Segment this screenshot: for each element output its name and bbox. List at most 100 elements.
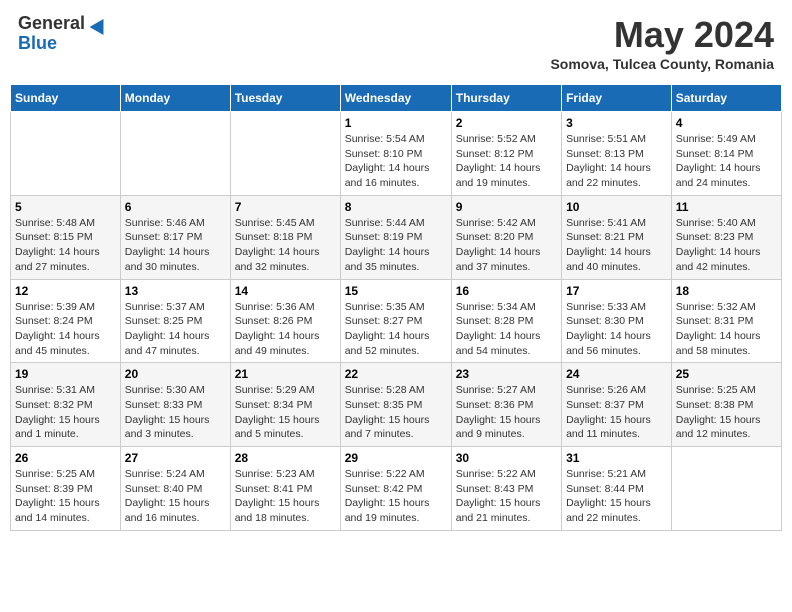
calendar-cell: 4Sunrise: 5:49 AM Sunset: 8:14 PM Daylig… <box>671 112 781 196</box>
day-number: 6 <box>125 200 226 214</box>
day-number: 13 <box>125 284 226 298</box>
calendar-cell: 21 Sunrise: 5:29 AM Sunset: 8:34 PM Dayli… <box>230 363 340 447</box>
calendar-cell: 20Sunrise: 5:30 AM Sunset: 8:33 PM Dayli… <box>120 363 230 447</box>
header-sunday: Sunday <box>11 85 121 112</box>
day-number: 11 <box>676 200 777 214</box>
day-number: 2 <box>456 116 557 130</box>
calendar-cell: 27Sunrise: 5:24 AM Sunset: 8:40 PM Dayli… <box>120 447 230 531</box>
day-number: 29 <box>345 451 447 465</box>
calendar-cell: 18 Sunrise: 5:32 AM Sunset: 8:31 PM Dayli… <box>671 279 781 363</box>
day-number: 14 <box>235 284 336 298</box>
calendar-table: SundayMondayTuesdayWednesdayThursdayFrid… <box>10 84 782 531</box>
calendar-cell: 26 Sunrise: 5:25 AM Sunset: 8:39 PM Dayli… <box>11 447 121 531</box>
day-number: 24 <box>566 367 667 381</box>
day-number: 31 <box>566 451 667 465</box>
day-info: Sunrise: 5:41 AM Sunset: 8:21 PM Dayligh… <box>566 216 667 275</box>
week-row-3: 19 Sunrise: 5:31 AM Sunset: 8:32 PM Dayli… <box>11 363 782 447</box>
day-number: 21 <box>235 367 336 381</box>
calendar-cell: 30Sunrise: 5:22 AM Sunset: 8:43 PM Dayli… <box>451 447 561 531</box>
calendar-cell: 11Sunrise: 5:40 AM Sunset: 8:23 PM Dayli… <box>671 195 781 279</box>
title-block: May 2024 Somova, Tulcea County, Romania <box>550 14 774 72</box>
header-wednesday: Wednesday <box>340 85 451 112</box>
day-info: Sunrise: 5:46 AM Sunset: 8:17 PM Dayligh… <box>125 216 226 275</box>
header-saturday: Saturday <box>671 85 781 112</box>
day-info: Sunrise: 5:36 AM Sunset: 8:26 PM Dayligh… <box>235 300 336 359</box>
subtitle: Somova, Tulcea County, Romania <box>550 56 774 72</box>
day-info: Sunrise: 5:45 AM Sunset: 8:18 PM Dayligh… <box>235 216 336 275</box>
calendar-cell: 1 Sunrise: 5:54 AM Sunset: 8:10 PM Daylig… <box>340 112 451 196</box>
day-info: Sunrise: 5:24 AM Sunset: 8:40 PM Dayligh… <box>125 467 226 526</box>
calendar-cell: 9 Sunrise: 5:42 AM Sunset: 8:20 PM Daylig… <box>451 195 561 279</box>
day-info: Sunrise: 5:33 AM Sunset: 8:30 PM Dayligh… <box>566 300 667 359</box>
calendar-cell: 7 Sunrise: 5:45 AM Sunset: 8:18 PM Daylig… <box>230 195 340 279</box>
header-row: SundayMondayTuesdayWednesdayThursdayFrid… <box>11 85 782 112</box>
header-thursday: Thursday <box>451 85 561 112</box>
day-info: Sunrise: 5:28 AM Sunset: 8:35 PM Dayligh… <box>345 383 447 442</box>
day-number: 3 <box>566 116 667 130</box>
day-number: 17 <box>566 284 667 298</box>
calendar-cell: 15 Sunrise: 5:35 AM Sunset: 8:27 PM Dayli… <box>340 279 451 363</box>
day-info: Sunrise: 5:54 AM Sunset: 8:10 PM Dayligh… <box>345 132 447 191</box>
day-number: 19 <box>15 367 116 381</box>
day-info: Sunrise: 5:52 AM Sunset: 8:12 PM Dayligh… <box>456 132 557 191</box>
day-number: 22 <box>345 367 447 381</box>
calendar-cell: 22 Sunrise: 5:28 AM Sunset: 8:35 PM Dayli… <box>340 363 451 447</box>
day-number: 7 <box>235 200 336 214</box>
calendar-cell: 3 Sunrise: 5:51 AM Sunset: 8:13 PM Daylig… <box>562 112 672 196</box>
day-number: 4 <box>676 116 777 130</box>
day-number: 26 <box>15 451 116 465</box>
day-number: 16 <box>456 284 557 298</box>
calendar-cell: 24 Sunrise: 5:26 AM Sunset: 8:37 PM Dayli… <box>562 363 672 447</box>
week-row-0: 1 Sunrise: 5:54 AM Sunset: 8:10 PM Daylig… <box>11 112 782 196</box>
day-number: 12 <box>15 284 116 298</box>
day-number: 23 <box>456 367 557 381</box>
logo: General Blue <box>18 14 108 54</box>
day-info: Sunrise: 5:48 AM Sunset: 8:15 PM Dayligh… <box>15 216 116 275</box>
page-header: General Blue May 2024 Somova, Tulcea Cou… <box>10 10 782 76</box>
day-number: 5 <box>15 200 116 214</box>
calendar-cell: 6 Sunrise: 5:46 AM Sunset: 8:17 PM Daylig… <box>120 195 230 279</box>
week-row-2: 12Sunrise: 5:39 AM Sunset: 8:24 PM Dayli… <box>11 279 782 363</box>
day-number: 28 <box>235 451 336 465</box>
calendar-cell: 16 Sunrise: 5:34 AM Sunset: 8:28 PM Dayli… <box>451 279 561 363</box>
day-info: Sunrise: 5:31 AM Sunset: 8:32 PM Dayligh… <box>15 383 116 442</box>
logo-triangle-icon <box>89 15 110 35</box>
day-number: 25 <box>676 367 777 381</box>
logo-blue-text: Blue <box>18 34 108 54</box>
day-info: Sunrise: 5:25 AM Sunset: 8:38 PM Dayligh… <box>676 383 777 442</box>
day-info: Sunrise: 5:25 AM Sunset: 8:39 PM Dayligh… <box>15 467 116 526</box>
day-info: Sunrise: 5:35 AM Sunset: 8:27 PM Dayligh… <box>345 300 447 359</box>
calendar-cell <box>230 112 340 196</box>
day-number: 15 <box>345 284 447 298</box>
day-info: Sunrise: 5:26 AM Sunset: 8:37 PM Dayligh… <box>566 383 667 442</box>
day-info: Sunrise: 5:32 AM Sunset: 8:31 PM Dayligh… <box>676 300 777 359</box>
day-info: Sunrise: 5:42 AM Sunset: 8:20 PM Dayligh… <box>456 216 557 275</box>
calendar-cell: 5 Sunrise: 5:48 AM Sunset: 8:15 PM Daylig… <box>11 195 121 279</box>
calendar-cell: 25 Sunrise: 5:25 AM Sunset: 8:38 PM Dayli… <box>671 363 781 447</box>
calendar-cell: 10 Sunrise: 5:41 AM Sunset: 8:21 PM Dayli… <box>562 195 672 279</box>
calendar-cell <box>671 447 781 531</box>
day-info: Sunrise: 5:51 AM Sunset: 8:13 PM Dayligh… <box>566 132 667 191</box>
calendar-cell: 31Sunrise: 5:21 AM Sunset: 8:44 PM Dayli… <box>562 447 672 531</box>
calendar-cell: 29Sunrise: 5:22 AM Sunset: 8:42 PM Dayli… <box>340 447 451 531</box>
day-info: Sunrise: 5:37 AM Sunset: 8:25 PM Dayligh… <box>125 300 226 359</box>
day-info: Sunrise: 5:27 AM Sunset: 8:36 PM Dayligh… <box>456 383 557 442</box>
calendar-cell: 17 Sunrise: 5:33 AM Sunset: 8:30 PM Dayli… <box>562 279 672 363</box>
day-info: Sunrise: 5:29 AM Sunset: 8:34 PM Dayligh… <box>235 383 336 442</box>
calendar-cell: 12Sunrise: 5:39 AM Sunset: 8:24 PM Dayli… <box>11 279 121 363</box>
calendar-cell: 13 Sunrise: 5:37 AM Sunset: 8:25 PM Dayli… <box>120 279 230 363</box>
calendar-cell: 2 Sunrise: 5:52 AM Sunset: 8:12 PM Daylig… <box>451 112 561 196</box>
day-info: Sunrise: 5:44 AM Sunset: 8:19 PM Dayligh… <box>345 216 447 275</box>
calendar-cell: 23 Sunrise: 5:27 AM Sunset: 8:36 PM Dayli… <box>451 363 561 447</box>
day-info: Sunrise: 5:34 AM Sunset: 8:28 PM Dayligh… <box>456 300 557 359</box>
day-number: 20 <box>125 367 226 381</box>
day-info: Sunrise: 5:22 AM Sunset: 8:43 PM Dayligh… <box>456 467 557 526</box>
day-number: 10 <box>566 200 667 214</box>
day-number: 9 <box>456 200 557 214</box>
day-number: 18 <box>676 284 777 298</box>
calendar-cell: 19 Sunrise: 5:31 AM Sunset: 8:32 PM Dayli… <box>11 363 121 447</box>
calendar-cell <box>120 112 230 196</box>
calendar-cell: 28Sunrise: 5:23 AM Sunset: 8:41 PM Dayli… <box>230 447 340 531</box>
day-number: 1 <box>345 116 447 130</box>
header-friday: Friday <box>562 85 672 112</box>
